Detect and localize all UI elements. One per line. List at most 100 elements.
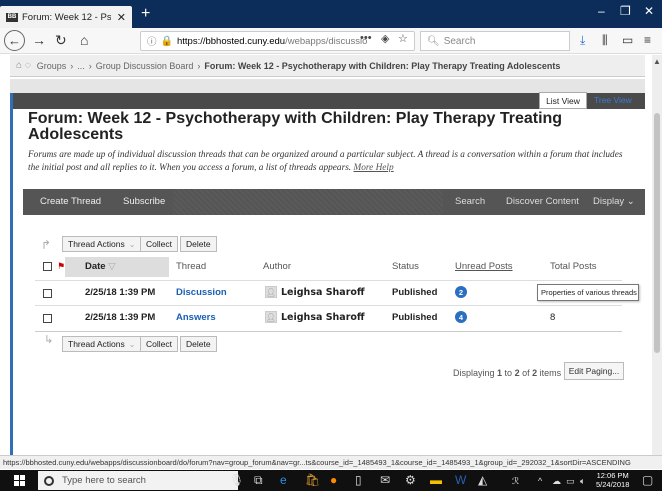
blackboard-favicon-icon: BB: [6, 12, 18, 22]
header-author[interactable]: Author: [263, 261, 291, 272]
library-icon[interactable]: ⫼: [602, 33, 608, 48]
header-unread-posts[interactable]: Unread Posts: [455, 261, 513, 272]
menu-icon[interactable]: ≡: [644, 33, 651, 47]
scroll-up-icon[interactable]: ▲: [653, 57, 661, 66]
file-icon[interactable]: ▯: [355, 473, 362, 487]
list-view-button[interactable]: List View: [539, 92, 587, 109]
collect-button-bottom[interactable]: Collect: [140, 336, 178, 352]
collect-button[interactable]: Collect: [140, 236, 178, 252]
header-total-posts[interactable]: Total Posts: [550, 261, 596, 272]
info-icon[interactable]: ⓘ: [147, 34, 157, 48]
forward-icon[interactable]: →: [32, 32, 46, 48]
more-help-link[interactable]: More Help: [353, 163, 393, 173]
avatar: 👤︎: [265, 286, 277, 298]
header-thread[interactable]: Thread: [176, 261, 206, 272]
breadcrumb: ⌂ ◌ Groups › ... › Group Discussion Boar…: [10, 55, 645, 77]
action-bar-texture: [173, 189, 443, 215]
word-icon[interactable]: W: [455, 473, 466, 487]
status-bar-url: https://bbhosted.cuny.edu/webapps/discus…: [0, 455, 662, 469]
display-label: Display: [593, 196, 625, 207]
tooltip: Properties of various threads: [537, 284, 639, 301]
discover-content-button[interactable]: Discover Content: [506, 196, 579, 207]
edge-icon[interactable]: e: [280, 473, 287, 487]
thread-actions-label: Thread Actions: [68, 239, 125, 249]
task-view-icon[interactable]: ⧉: [254, 473, 263, 488]
mail-icon[interactable]: ✉: [380, 473, 390, 487]
display-menu-button[interactable]: Display ⌄: [593, 196, 635, 207]
select-all-checkbox[interactable]: [43, 262, 52, 271]
thread-link[interactable]: Discussion: [176, 287, 227, 298]
microphone-icon[interactable]: 🎙︎: [229, 473, 244, 487]
taskbar-search-input[interactable]: Type here to search: [38, 471, 238, 490]
bookmark-star-icon[interactable]: ☆: [398, 32, 408, 45]
row-date: 2/25/18 1:39 PM: [85, 287, 156, 298]
tray-chevron-up-icon[interactable]: ^: [538, 476, 542, 486]
date-column-highlight: [65, 257, 169, 277]
home-icon[interactable]: ⌂: [80, 32, 88, 48]
store-icon[interactable]: 🛍︎: [305, 473, 320, 487]
search-button[interactable]: Search: [455, 196, 485, 207]
minimize-icon[interactable]: –: [598, 4, 605, 18]
pagination-to-word: to: [502, 368, 515, 378]
row-status: Published: [392, 312, 438, 323]
thread-actions-button-bottom[interactable]: Thread Actions ⌄: [62, 336, 142, 352]
url-bar[interactable]: ⓘ 🔒 https://bbhosted.cuny.edu /webapps/d…: [140, 31, 415, 51]
thread-link[interactable]: Answers: [176, 312, 216, 323]
page-scrollbar[interactable]: ▲: [652, 55, 662, 455]
network-icon[interactable]: ☁: [552, 476, 561, 487]
breadcrumb-board[interactable]: Group Discussion Board: [96, 61, 194, 71]
edit-paging-button[interactable]: Edit Paging...: [564, 362, 624, 380]
tree-view-link[interactable]: Tree View: [594, 95, 632, 105]
back-icon[interactable]: ←: [4, 30, 25, 51]
header-status[interactable]: Status: [392, 261, 419, 272]
page-actions-icon[interactable]: •••: [360, 32, 372, 44]
breadcrumb-home-icon[interactable]: ⌂ ◌: [16, 60, 31, 71]
breadcrumb-current: Forum: Week 12 - Psychotherapy with Chil…: [204, 60, 561, 71]
cortana-icon: [44, 475, 54, 486]
page-title: Forum: Week 12 - Psychotherapy with Chil…: [28, 110, 563, 143]
sidebar-icon[interactable]: ▭: [622, 33, 633, 47]
flag-icon[interactable]: ⚑: [57, 261, 65, 272]
forum-description-text: Forums are made up of individual discuss…: [28, 150, 623, 173]
table-header: ⚑ Date ▽ Thread Author Status Unread Pos…: [35, 257, 622, 277]
create-thread-button[interactable]: Create Thread: [40, 196, 101, 207]
url-path: /webapps/discussio: [285, 35, 368, 47]
breadcrumb-groups[interactable]: Groups: [37, 61, 67, 71]
new-tab-icon[interactable]: +: [141, 5, 150, 23]
delete-button-bottom[interactable]: Delete: [180, 336, 217, 352]
close-window-icon[interactable]: ✕: [644, 4, 654, 18]
pagination-summary: Displaying 1 to 2 of 2 items: [453, 368, 561, 378]
settings-gear-icon[interactable]: ⚙: [405, 473, 416, 487]
photos-icon[interactable]: ◭: [478, 473, 487, 487]
volume-icon[interactable]: 🔈︎: [580, 476, 585, 487]
people-icon[interactable]: ℛ: [512, 476, 519, 487]
firefox-icon[interactable]: ●: [330, 473, 337, 487]
row-checkbox[interactable]: [43, 314, 52, 323]
thread-actions-button[interactable]: Thread Actions ⌄: [62, 236, 142, 252]
table-bottom-divider: [35, 331, 622, 332]
breadcrumb-ellipsis[interactable]: ...: [77, 61, 85, 71]
row-checkbox[interactable]: [43, 289, 52, 298]
battery-icon[interactable]: ▭: [566, 476, 575, 487]
delete-button[interactable]: Delete: [180, 236, 217, 252]
taskbar-clock[interactable]: 12:06 PM 5/24/2018: [596, 471, 629, 489]
close-tab-icon[interactable]: ✕: [117, 11, 126, 24]
scrollbar-thumb[interactable]: [654, 113, 660, 353]
windows-start-icon[interactable]: [14, 475, 25, 486]
lock-icon: 🔒: [160, 35, 173, 47]
browser-tab[interactable]: BB Forum: Week 12 - Psychothera ✕: [0, 6, 132, 28]
unread-badge[interactable]: 2: [455, 286, 467, 298]
notifications-icon[interactable]: ▢: [642, 473, 653, 487]
maximize-icon[interactable]: ❐: [620, 4, 631, 18]
browser-search-input[interactable]: 🔍︎ Search: [420, 31, 570, 51]
download-icon[interactable]: ⤓: [580, 33, 585, 48]
row-status: Published: [392, 287, 438, 298]
subscribe-button[interactable]: Subscribe: [123, 196, 165, 207]
header-date-label: Date: [85, 261, 106, 272]
header-date[interactable]: Date ▽: [85, 261, 116, 272]
action-bar: Create Thread Subscribe Search Discover …: [23, 189, 645, 215]
pocket-icon[interactable]: ◈: [381, 32, 389, 45]
reload-icon[interactable]: ↻: [55, 32, 67, 49]
file-explorer-icon[interactable]: ▬: [430, 473, 442, 487]
unread-badge[interactable]: 4: [455, 311, 467, 323]
